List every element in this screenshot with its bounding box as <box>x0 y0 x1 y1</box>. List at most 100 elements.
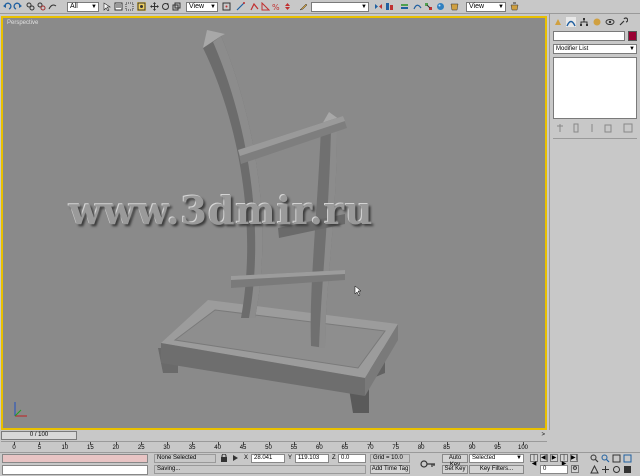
y-coordinate-field[interactable]: 119.103 <box>295 454 329 463</box>
show-end-result-icon[interactable] <box>571 123 581 133</box>
track-tick-label: 10 <box>61 445 69 451</box>
arc-rotate-icon[interactable] <box>612 465 621 474</box>
make-unique-icon[interactable] <box>587 123 597 133</box>
named-selection-dropdown[interactable]: ▼ <box>311 2 369 12</box>
svg-text:%: % <box>272 3 280 11</box>
modifier-stack[interactable] <box>553 57 637 119</box>
time-slider-thumb[interactable]: 0 / 100 <box>1 431 77 440</box>
perspective-viewport[interactable]: Perspective www.3dmir.ru <box>1 16 547 430</box>
maximize-viewport-icon[interactable] <box>623 465 632 474</box>
maxscript-output-field[interactable] <box>2 465 148 475</box>
set-key-button[interactable]: Set Key <box>442 465 468 474</box>
maxscript-listener-field[interactable] <box>2 454 148 463</box>
key-filters-button[interactable]: Key Filters... <box>469 465 524 474</box>
lock-selection-icon[interactable] <box>220 454 228 462</box>
render-type-dropdown[interactable]: View ▼ <box>466 2 506 12</box>
mouse-cursor <box>354 285 362 297</box>
select-object-icon[interactable] <box>103 2 112 11</box>
render-scene-icon[interactable] <box>450 2 459 11</box>
edit-named-selection-icon[interactable] <box>299 2 308 11</box>
track-tick-label: 95 <box>494 445 501 451</box>
undo-icon[interactable] <box>3 2 12 11</box>
pivot-point-icon[interactable] <box>222 2 231 11</box>
display-tab-icon[interactable] <box>605 17 615 27</box>
track-tick-label: 60 <box>316 445 323 451</box>
percent-snap-icon[interactable]: % <box>272 2 281 11</box>
next-frame-arrow[interactable]: > <box>541 432 545 438</box>
modifier-list-dropdown[interactable]: Modifier List ▼ <box>553 44 637 54</box>
align-icon[interactable] <box>385 2 394 11</box>
track-tick-label: 15 <box>87 445 94 451</box>
z-coordinate-field[interactable]: 0.0 <box>338 454 366 463</box>
pan-view-icon[interactable] <box>601 465 610 474</box>
angle-snap-icon[interactable] <box>261 2 270 11</box>
pin-stack-icon[interactable] <box>555 123 565 133</box>
select-and-manipulate-icon[interactable] <box>236 2 245 11</box>
hierarchy-tab-icon[interactable] <box>579 17 589 27</box>
selection-status: None Selected <box>154 454 216 463</box>
select-by-name-icon[interactable] <box>114 2 123 11</box>
snap-toggle-icon[interactable] <box>250 2 259 11</box>
previous-frame-icon[interactable]: ◀| <box>540 454 548 462</box>
reference-coordinate-dropdown[interactable]: View ▼ <box>186 2 218 12</box>
redo-icon[interactable] <box>13 2 22 11</box>
divider <box>553 138 637 139</box>
go-to-end-icon[interactable]: ▶| <box>570 454 578 462</box>
track-tick-label: 30 <box>163 445 171 451</box>
current-frame-field[interactable]: 0 <box>540 465 568 474</box>
configure-modifier-sets-icon[interactable] <box>623 123 633 133</box>
window-crossing-icon[interactable] <box>137 2 146 11</box>
zoom-icon[interactable] <box>590 454 599 463</box>
time-configuration-icon[interactable]: ⚙ <box>571 465 579 473</box>
modify-tab-icon[interactable] <box>566 17 576 27</box>
rectangular-selection-icon[interactable] <box>125 2 134 11</box>
track-tick-label: 65 <box>341 445 349 451</box>
quick-render-icon[interactable] <box>510 2 519 11</box>
zoom-all-icon[interactable] <box>601 454 610 463</box>
layer-manager-icon[interactable] <box>400 2 409 11</box>
time-slider[interactable]: 0 / 100 > <box>1 431 547 441</box>
track-tick-label: 50 <box>265 445 272 451</box>
track-tick-label: 85 <box>443 445 450 451</box>
chevron-down-icon: ▼ <box>629 46 635 52</box>
go-to-start-icon[interactable]: |◀ <box>530 454 538 467</box>
track-tick-label: 75 <box>392 445 400 451</box>
bind-space-warp-icon[interactable] <box>48 2 57 11</box>
set-key-mode-icon[interactable] <box>420 459 436 469</box>
zoom-extents-all-icon[interactable] <box>623 454 632 463</box>
unlink-icon[interactable] <box>37 2 46 11</box>
track-bar[interactable]: 0 5 10 15 20 25 30 35 40 45 50 55 60 65 70 75 80 85 90 95 10… <box>1 441 547 452</box>
x-coordinate-field[interactable]: 28.041 <box>251 454 285 463</box>
select-and-scale-icon[interactable] <box>172 2 181 11</box>
grid-size-status: Grid = 10.0 <box>370 454 410 463</box>
auto-key-button[interactable]: Auto Key <box>442 454 468 468</box>
utilities-tab-icon[interactable] <box>618 17 628 27</box>
material-editor-icon[interactable] <box>436 2 445 11</box>
select-and-link-icon[interactable] <box>26 2 35 11</box>
z-label: Z <box>332 455 336 461</box>
track-tick-label: 70 <box>366 445 374 451</box>
next-frame-icon[interactable]: |▶ <box>560 454 568 467</box>
play-icon[interactable]: ▶ <box>550 454 558 462</box>
mirror-icon[interactable] <box>374 2 383 11</box>
zoom-extents-icon[interactable] <box>612 454 621 463</box>
watermark-text: www.3dmir.ru <box>69 188 374 233</box>
remove-modifier-icon[interactable] <box>603 123 613 133</box>
object-name-field[interactable] <box>553 31 625 41</box>
track-tick-label: 0 <box>12 445 16 451</box>
create-tab-icon[interactable] <box>553 17 563 27</box>
motion-tab-icon[interactable] <box>592 17 602 27</box>
object-color-swatch[interactable] <box>628 31 637 41</box>
schematic-view-icon[interactable] <box>424 2 433 11</box>
add-time-tag-button[interactable]: Add Time Tag <box>370 465 410 474</box>
key-mode-dropdown[interactable]: Selected ▼ <box>469 454 524 463</box>
select-and-rotate-icon[interactable] <box>161 2 170 11</box>
spinner-snap-icon[interactable] <box>283 2 292 11</box>
absolute-transform-icon[interactable] <box>232 454 240 462</box>
select-and-move-icon[interactable] <box>150 2 159 11</box>
chevron-down-icon: ▼ <box>516 455 522 461</box>
curve-editor-icon[interactable] <box>413 2 422 11</box>
field-of-view-icon[interactable] <box>590 465 599 474</box>
selection-filter-dropdown[interactable]: All ▼ <box>67 2 99 12</box>
chevron-down-icon: ▼ <box>361 4 367 10</box>
